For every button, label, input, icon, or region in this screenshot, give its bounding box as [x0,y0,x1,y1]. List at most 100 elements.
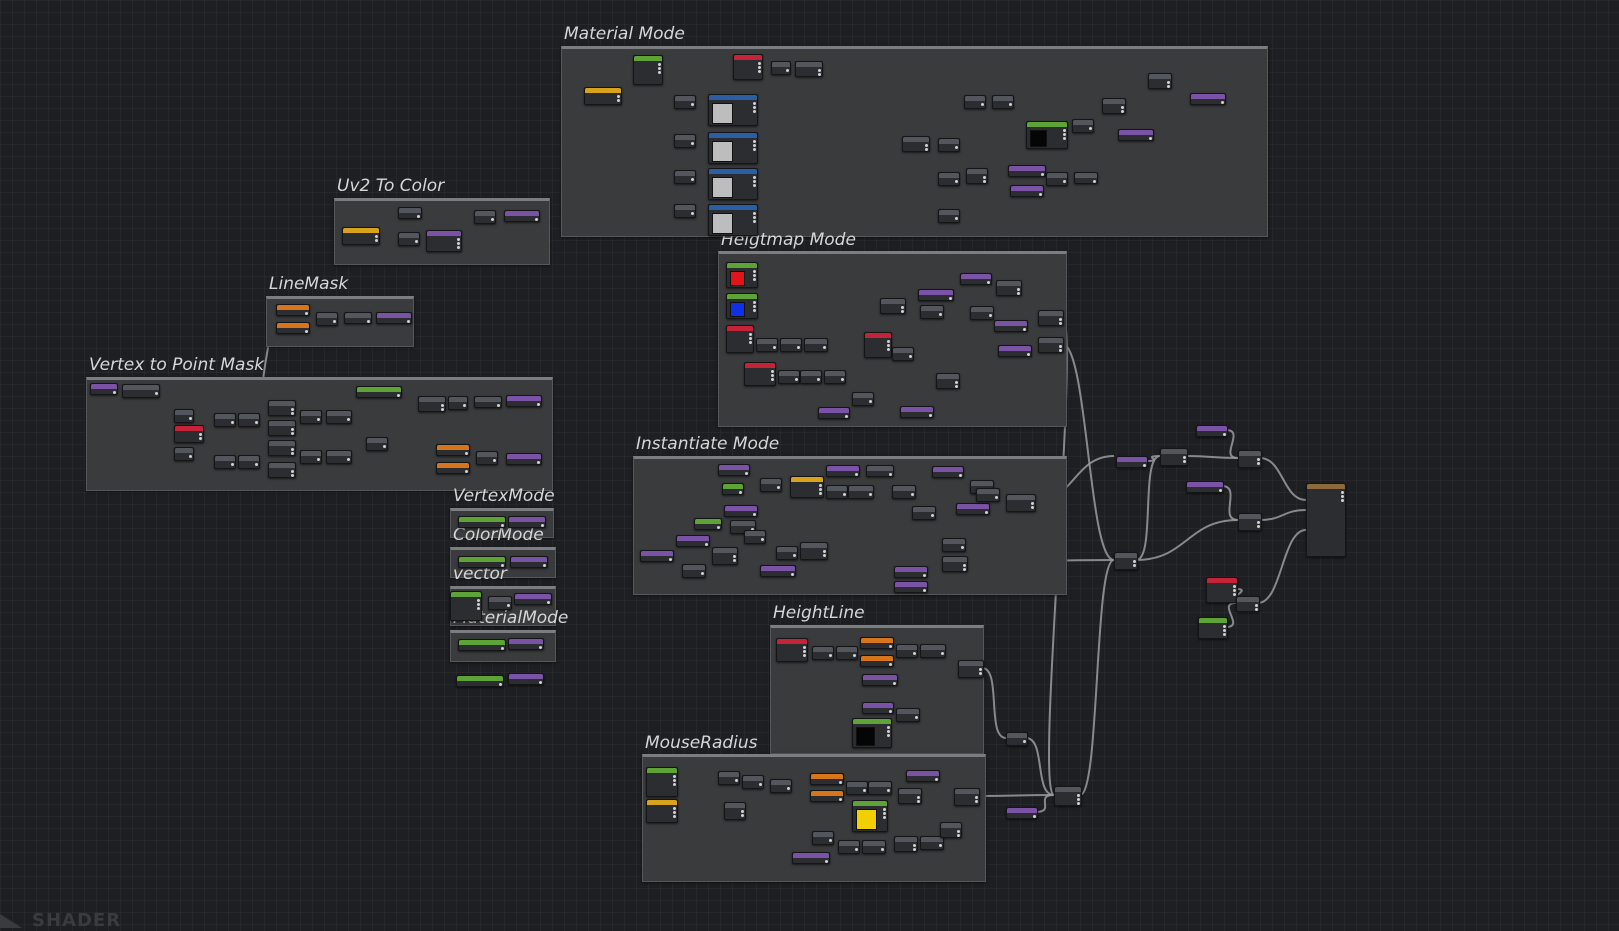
output-port[interactable] [913,652,916,655]
output-port[interactable] [499,683,502,686]
output-port[interactable] [1255,608,1258,611]
output-port[interactable] [829,654,832,657]
output-port[interactable] [803,650,806,653]
output-port[interactable] [917,796,920,799]
output-port[interactable] [761,538,764,541]
output-port[interactable] [941,652,944,655]
output-port[interactable] [975,796,978,799]
graph-node[interactable] [1046,172,1068,186]
graph-node[interactable] [694,518,722,530]
output-port[interactable] [758,66,761,69]
graph-node[interactable] [852,718,892,748]
graph-node[interactable] [1072,119,1094,133]
output-port[interactable] [955,381,958,384]
graph-node[interactable] [864,332,892,358]
output-port[interactable] [1017,288,1020,291]
graph-node[interactable] [992,95,1014,109]
graph-node[interactable] [938,138,960,152]
group-title-vertex-mode[interactable]: VertexMode [453,488,555,505]
output-port[interactable] [537,403,540,406]
graph-node[interactable] [268,440,296,456]
graph-node[interactable] [920,836,944,850]
graph-node[interactable] [896,708,920,722]
output-port[interactable] [1183,456,1186,459]
output-port[interactable] [753,309,756,312]
output-port[interactable] [823,550,826,553]
graph-node[interactable] [898,788,922,804]
output-port[interactable] [819,484,822,487]
output-port[interactable] [939,844,942,847]
output-port[interactable] [893,682,896,685]
output-port[interactable] [987,281,990,284]
output-port[interactable] [291,412,294,415]
output-port[interactable] [929,414,932,417]
output-port[interactable] [753,305,756,308]
output-port[interactable] [923,574,926,577]
graph-node[interactable] [742,775,764,789]
output-port[interactable] [819,488,822,491]
graph-node[interactable] [174,447,194,461]
graph-node[interactable] [792,852,830,864]
graph-node[interactable] [994,320,1028,332]
output-port[interactable] [1143,464,1146,467]
output-port[interactable] [673,807,676,810]
graph-node[interactable] [418,396,446,412]
group-title-material-mode[interactable]: Material Mode [564,26,685,43]
graph-node[interactable] [852,800,888,832]
output-port[interactable] [507,604,510,607]
graph-node[interactable] [436,444,470,456]
output-port[interactable] [1221,101,1224,104]
graph-node[interactable] [938,172,960,186]
output-port[interactable] [923,589,926,592]
graph-node[interactable] [846,781,868,795]
graph-node[interactable] [896,644,918,658]
graph-node[interactable] [866,465,894,477]
graph-node[interactable] [812,831,834,845]
graph-node[interactable] [640,550,674,562]
output-port[interactable] [1017,292,1020,295]
output-port[interactable] [935,778,938,781]
output-port[interactable] [397,394,400,397]
graph-node[interactable] [838,840,860,854]
output-port[interactable] [753,301,756,304]
graph-node[interactable] [912,506,936,520]
output-port[interactable] [199,433,202,436]
output-port[interactable] [803,646,806,649]
graph-node[interactable] [708,132,758,164]
graph-node[interactable] [214,413,236,427]
graph-node[interactable] [300,410,322,424]
output-port[interactable] [231,421,234,424]
output-port[interactable] [883,808,886,811]
graph-node[interactable] [920,644,946,658]
graph-node[interactable] [1006,494,1036,512]
graph-node[interactable] [778,370,800,384]
output-port[interactable] [753,513,756,516]
output-port[interactable] [1167,85,1170,88]
output-port[interactable] [963,568,966,571]
output-port[interactable] [931,514,934,517]
output-port[interactable] [465,452,468,455]
output-port[interactable] [305,330,308,333]
graph-node[interactable] [902,136,930,152]
output-port[interactable] [1059,345,1062,348]
graph-node[interactable] [674,204,696,218]
graph-node[interactable] [733,54,763,80]
output-port[interactable] [887,348,890,351]
graph-node[interactable] [214,455,236,469]
output-port[interactable] [823,346,826,349]
graph-node[interactable] [958,660,984,678]
output-port[interactable] [1233,593,1236,596]
graph-node[interactable] [316,312,338,326]
graph-node[interactable] [326,450,352,464]
output-port[interactable] [1063,129,1066,132]
output-port[interactable] [911,493,914,496]
output-port[interactable] [839,781,842,784]
output-port[interactable] [739,491,742,494]
output-port[interactable] [673,775,676,778]
graph-node[interactable] [726,293,758,319]
output-port[interactable] [733,555,736,558]
graph-node[interactable] [238,413,260,427]
graph-node[interactable] [474,396,502,408]
group-title-uv2-to-color[interactable]: Uv2 To Color [337,178,444,195]
output-port[interactable] [537,461,540,464]
